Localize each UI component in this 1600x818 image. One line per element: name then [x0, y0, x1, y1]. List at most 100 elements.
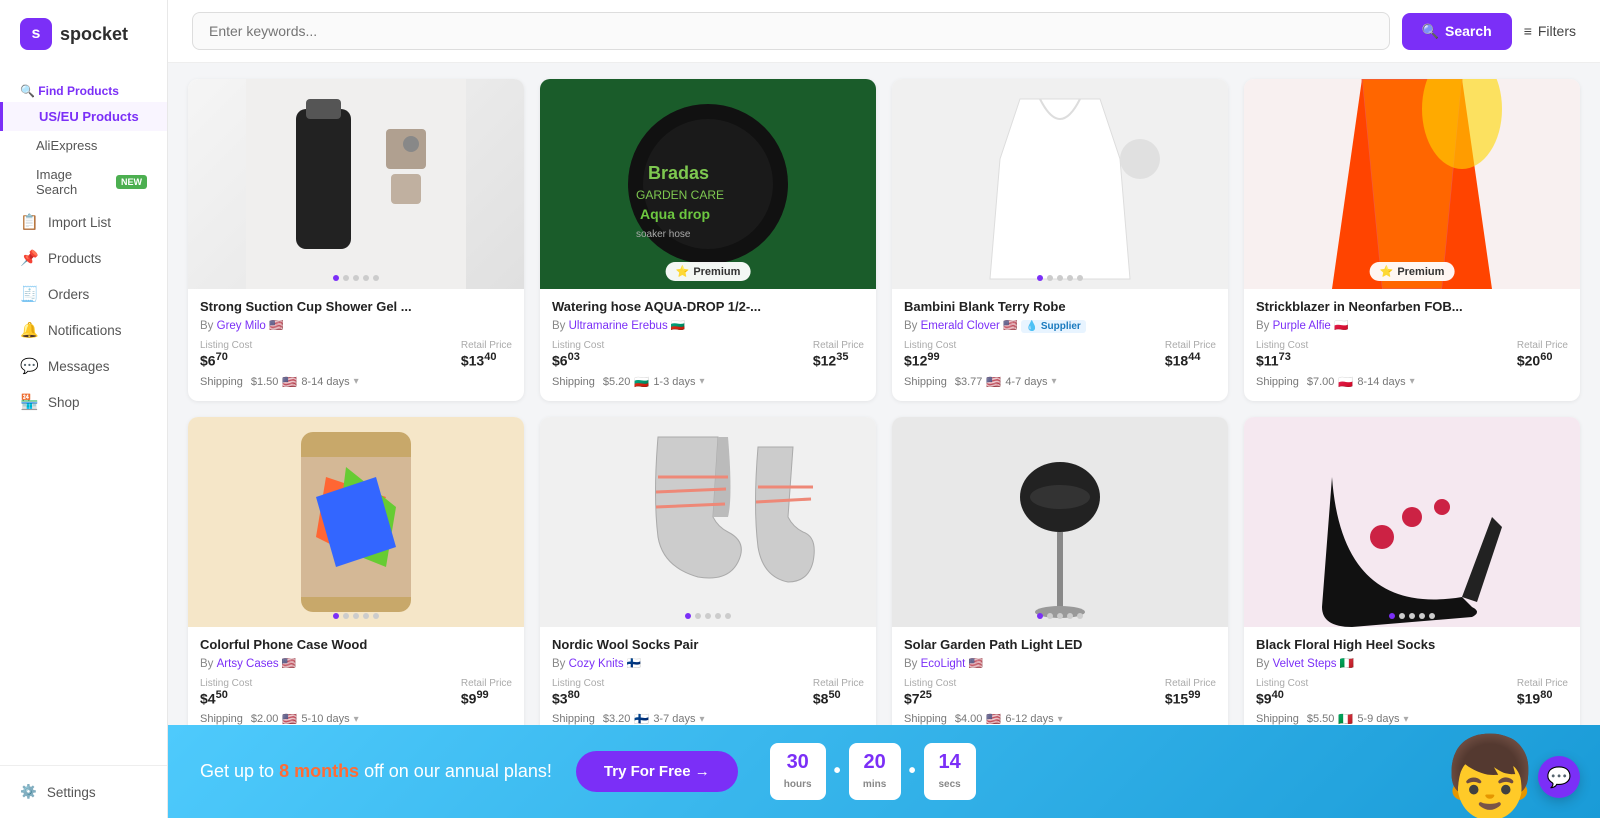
- listing-cost-value: $940: [1256, 689, 1308, 707]
- listing-cost-block: Listing Cost $940: [1256, 678, 1308, 707]
- shipping-chevron-icon[interactable]: ▾: [1410, 376, 1415, 387]
- image-dots: [1037, 613, 1083, 619]
- sidebar-navigation: 🔍 Find Products US/EU Products AliExpres…: [0, 68, 167, 765]
- shipping-flag: 🇺🇸: [282, 375, 297, 389]
- product-card[interactable]: Bambini Blank Terry Robe By Emerald Clov…: [892, 79, 1228, 401]
- retail-price-label: Retail Price: [813, 678, 864, 689]
- retail-price-value: $2060: [1517, 351, 1568, 369]
- image-dots: [1389, 613, 1435, 619]
- product-image: ⭐ Premium: [1244, 79, 1580, 289]
- product-card[interactable]: Strong Suction Cup Shower Gel ... By Gre…: [188, 79, 524, 401]
- product-card[interactable]: Solar Garden Path Light LED By EcoLight …: [892, 417, 1228, 725]
- shipping-chevron-icon[interactable]: ▾: [354, 376, 359, 387]
- seller-link[interactable]: Artsy Cases: [217, 658, 279, 670]
- supplier-badge: 💧 Supplier: [1021, 320, 1086, 333]
- product-image: [892, 79, 1228, 289]
- new-badge: NEW: [116, 175, 147, 189]
- image-dots: [1037, 275, 1083, 281]
- search-input[interactable]: [192, 12, 1390, 50]
- search-btn-icon: 🔍: [1422, 23, 1439, 40]
- retail-price-block: Retail Price $1844: [1165, 340, 1216, 369]
- shipping-cost: $3.77: [955, 376, 983, 388]
- shipping-days: 3-7 days: [653, 713, 695, 725]
- shipping-chevron-icon[interactable]: ▾: [1058, 714, 1063, 725]
- product-card[interactable]: Black Floral High Heel Socks By Velvet S…: [1244, 417, 1580, 725]
- shipping-cost: $3.20: [603, 713, 631, 725]
- sidebar-item-products[interactable]: 📌 Products: [0, 240, 167, 276]
- price-row: Listing Cost $603 Retail Price $1235: [552, 340, 864, 369]
- product-title: Nordic Wool Socks Pair: [552, 637, 864, 652]
- shipping-chevron-icon[interactable]: ▾: [354, 714, 359, 725]
- shipping-cost: $1.50: [251, 376, 279, 388]
- product-seller: By Ultramarine Erebus 🇧🇬: [552, 318, 864, 332]
- filters-button[interactable]: ≡ Filters: [1524, 23, 1576, 39]
- sidebar: s spocket 🔍 Find Products US/EU Products…: [0, 0, 168, 818]
- listing-cost-value: $670: [200, 351, 252, 369]
- chat-bubble-button[interactable]: 💬: [1538, 756, 1580, 798]
- product-image: BradasGARDEN CAREAqua dropsoaker hose ⭐ …: [540, 79, 876, 289]
- seller-link[interactable]: Ultramarine Erebus: [569, 320, 668, 332]
- shipping-label: Shipping: [904, 713, 947, 725]
- sidebar-item-image-search[interactable]: Image Search NEW: [0, 160, 167, 204]
- seller-link[interactable]: Emerald Clover: [921, 320, 1000, 332]
- seller-link[interactable]: EcoLight: [921, 658, 966, 670]
- shipping-label: Shipping: [200, 713, 243, 725]
- listing-cost-label: Listing Cost: [904, 678, 956, 689]
- sidebar-item-import-list[interactable]: 📋 Import List: [0, 204, 167, 240]
- search-icon: 🔍: [20, 84, 35, 98]
- messages-icon: 💬: [20, 357, 38, 375]
- product-image: [188, 417, 524, 627]
- product-image: [1244, 417, 1580, 627]
- listing-cost-value: $450: [200, 689, 252, 707]
- sidebar-item-orders[interactable]: 🧾 Orders: [0, 276, 167, 312]
- sidebar-item-notifications[interactable]: 🔔 Notifications: [0, 312, 167, 348]
- retail-price-label: Retail Price: [813, 340, 864, 351]
- seller-link[interactable]: Velvet Steps: [1273, 658, 1337, 670]
- retail-price-label: Retail Price: [1165, 678, 1216, 689]
- countdown-dot-1: •: [834, 760, 841, 783]
- product-card[interactable]: Colorful Phone Case Wood By Artsy Cases …: [188, 417, 524, 725]
- shipping-row: Shipping $5.50 🇮🇹 5-9 days ▾: [1256, 712, 1568, 725]
- search-button[interactable]: 🔍 Search: [1402, 13, 1512, 50]
- sidebar-item-messages[interactable]: 💬 Messages: [0, 348, 167, 384]
- sidebar-item-us-eu-products[interactable]: US/EU Products: [0, 102, 167, 131]
- shipping-chevron-icon[interactable]: ▾: [1052, 376, 1057, 387]
- product-seller: By Grey Milo 🇺🇸: [200, 318, 512, 332]
- sidebar-item-shop[interactable]: 🏪 Shop: [0, 384, 167, 420]
- shipping-days: 5-9 days: [1357, 713, 1399, 725]
- retail-price-block: Retail Price $1340: [461, 340, 512, 369]
- seller-link[interactable]: Cozy Knits: [569, 658, 624, 670]
- sidebar-item-find-products[interactable]: 🔍 Find Products: [0, 76, 167, 102]
- shipping-chevron-icon[interactable]: ▾: [1404, 714, 1409, 725]
- countdown-mins: 20 mins: [849, 743, 901, 800]
- import-list-icon: 📋: [20, 213, 38, 231]
- shipping-days: 5-10 days: [301, 713, 349, 725]
- sidebar-item-aliexpress[interactable]: AliExpress: [0, 131, 167, 160]
- try-for-free-button[interactable]: Try For Free →: [576, 751, 738, 792]
- retail-price-block: Retail Price $1980: [1517, 678, 1568, 707]
- seller-link[interactable]: Purple Alfie: [1273, 320, 1331, 332]
- product-card[interactable]: ⭐ Premium Strickblazer in Neonfarben FOB…: [1244, 79, 1580, 401]
- price-row: Listing Cost $450 Retail Price $999: [200, 678, 512, 707]
- retail-price-label: Retail Price: [461, 678, 512, 689]
- shipping-cost: $5.20: [603, 376, 631, 388]
- logo-area[interactable]: s spocket: [0, 0, 167, 68]
- shipping-cost: $4.00: [955, 713, 983, 725]
- shipping-chevron-icon[interactable]: ▾: [700, 376, 705, 387]
- logo-icon: s: [20, 18, 52, 50]
- shipping-flag: 🇺🇸: [986, 375, 1001, 389]
- image-dots: [333, 275, 379, 281]
- product-card[interactable]: Nordic Wool Socks Pair By Cozy Knits 🇫🇮 …: [540, 417, 876, 725]
- listing-cost-block: Listing Cost $725: [904, 678, 956, 707]
- listing-cost-block: Listing Cost $1299: [904, 340, 956, 369]
- seller-link[interactable]: Grey Milo: [217, 320, 266, 332]
- filters-icon: ≡: [1524, 23, 1532, 39]
- shipping-row: Shipping $3.20 🇫🇮 3-7 days ▾: [552, 712, 864, 725]
- product-card[interactable]: BradasGARDEN CAREAqua dropsoaker hose ⭐ …: [540, 79, 876, 401]
- listing-cost-block: Listing Cost $670: [200, 340, 252, 369]
- shipping-chevron-icon[interactable]: ▾: [700, 714, 705, 725]
- product-info: Watering hose AQUA-DROP 1/2-... By Ultra…: [540, 289, 876, 401]
- shipping-days: 8-14 days: [1357, 376, 1405, 388]
- countdown-timer: 30 hours • 20 mins • 14 secs: [770, 743, 976, 800]
- sidebar-item-settings[interactable]: ⚙️ Settings: [20, 778, 147, 806]
